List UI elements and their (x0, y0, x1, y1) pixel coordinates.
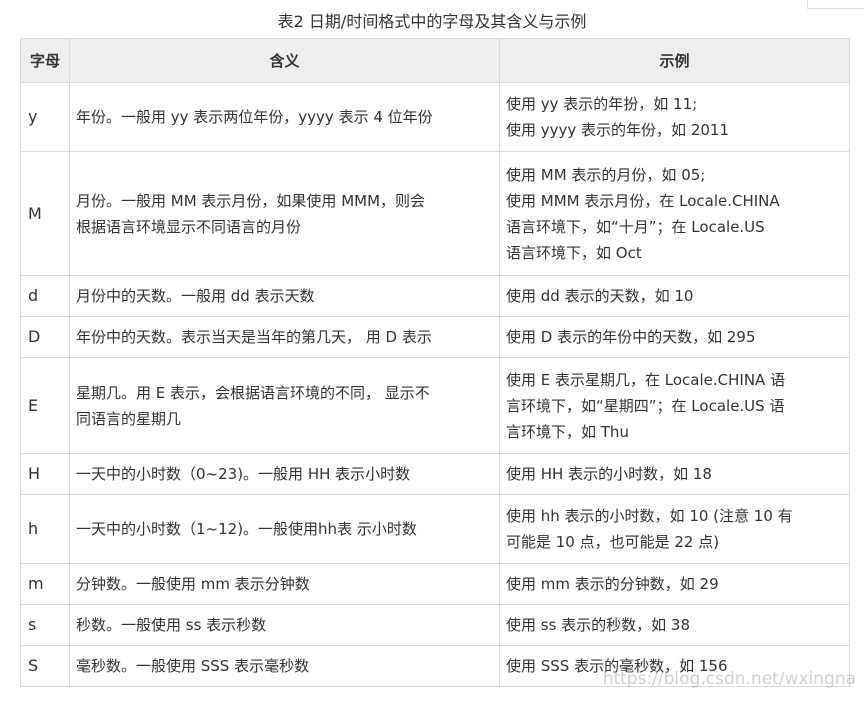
example-line: 可能是 10 点，也可能是 22 点) (506, 533, 720, 551)
example-line: 使用 D 表示的年份中的天数，如 295 (506, 328, 756, 346)
cell-example: 使用 E 表示星期几，在 Locale.CHINA 语言环境下，如“星期四”；在… (499, 357, 850, 454)
cell-example: 使用 hh 表示的小时数，如 10 (注意 10 有可能是 10 点，也可能是 … (499, 494, 850, 564)
table-row: d 月份中的天数。一般用 dd 表示天数 使用 dd 表示的天数，如 10 (20, 275, 850, 317)
cell-letter: H (20, 453, 70, 495)
cell-letter: y (20, 82, 70, 152)
cell-meaning: 月份。一般用 MM 表示月份，如果使用 MMM，则会 根据语言环境显示不同语言的月… (69, 151, 500, 276)
example-line: 使用 yyyy 表示的年份，如 2011 (506, 121, 729, 139)
cell-letter: E (20, 357, 70, 454)
header-row: 字母 含义 示例 (20, 38, 850, 83)
cell-example: 使用 yy 表示的年扮，如 11; 使用 yyyy 表示的年份，如 2011 (499, 82, 850, 152)
table-row: D 年份中的天数。表示当天是当年的第几天， 用 D 表示 使用 D 表示的年份中的天… (20, 316, 850, 358)
example-line: 使用 dd 表示的天数，如 10 (506, 287, 694, 305)
cell-letter: S (20, 645, 70, 687)
header-letter: 字母 (20, 38, 70, 83)
table-body: y 年份。一般用 yy 表示两位年份，yyyy 表示 4 位年份 使用 yy 表示的… (20, 82, 850, 687)
meaning-line: 星期几。用 E 表示，会根据语言环境的不同， 显示不 (76, 383, 430, 402)
cell-letter: s (20, 604, 70, 646)
table-row: E 星期几。用 E 表示，会根据语言环境的不同， 显示不 同语言的星期几 使用 E 表… (20, 357, 850, 454)
meaning-line: 秒数。一般使用 ss 表示秒数 (76, 616, 267, 634)
table-row: h 一天中的小时数（1~12)。一般使用hh表 示小时数 使用 hh 表示的小时数，… (20, 494, 850, 564)
example-line: 言环境下，如 Thu (506, 422, 629, 441)
cell-example: 使用 D 表示的年份中的天数，如 295 (499, 316, 850, 358)
header-meaning: 含义 (69, 38, 500, 83)
meaning-line: 年份。一般用 yy 表示两位年份，yyyy 表示 4 位年份 (76, 108, 433, 126)
meaning-line: 一天中的小时数（1~12)。一般使用hh表 示小时数 (76, 520, 417, 538)
cell-meaning: 秒数。一般使用 ss 表示秒数 (69, 604, 500, 646)
cell-letter: d (20, 275, 70, 317)
meaning-line: 分钟数。一般使用 mm 表示分钟数 (76, 575, 310, 593)
meaning-line: 年份中的天数。表示当天是当年的第几天， 用 D 表示 (76, 328, 432, 346)
meaning-line: 毫秒数。一般使用 SSS 表示毫秒数 (76, 657, 310, 675)
cell-example: 使用 ss 表示的秒数，如 38 (499, 604, 850, 646)
cell-letter: M (20, 151, 70, 276)
example-line: 使用 mm 表示的分钟数，如 29 (506, 575, 719, 593)
cell-meaning: 一天中的小时数（1~12)。一般使用hh表 示小时数 (69, 494, 500, 564)
cell-example: 使用 mm 表示的分钟数，如 29 (499, 563, 850, 605)
table-row: s 秒数。一般使用 ss 表示秒数 使用 ss 表示的秒数，如 38 (20, 604, 850, 646)
table-caption: 表2 日期/时间格式中的字母及其含义与示例 (277, 12, 587, 31)
meaning-line: 月份中的天数。一般用 dd 表示天数 (76, 287, 315, 305)
example-line: 使用 MMM 表示月份，在 Locale.CHINA (506, 191, 780, 210)
meaning-line: 同语言的星期几 (76, 409, 182, 428)
table-row: m 分钟数。一般使用 mm 表示分钟数 使用 mm 表示的分钟数，如 29 (20, 563, 850, 605)
cell-meaning: 分钟数。一般使用 mm 表示分钟数 (69, 563, 500, 605)
example-line: 语言环境下，如“十月”；在 Locale.US (506, 217, 765, 236)
meaning-line: 一天中的小时数（0~23)。一般用 HH 表示小时数 (76, 465, 411, 483)
watermark-text: https://blog.csdn.net/wxingna (602, 669, 856, 689)
cell-meaning: 毫秒数。一般使用 SSS 表示毫秒数 (69, 645, 500, 687)
cell-meaning: 星期几。用 E 表示，会根据语言环境的不同， 显示不 同语言的星期几 (69, 357, 500, 454)
cell-meaning: 月份中的天数。一般用 dd 表示天数 (69, 275, 500, 317)
cell-example: 使用 dd 表示的天数，如 10 (499, 275, 850, 317)
table-row: M 月份。一般用 MM 表示月份，如果使用 MMM，则会 根据语言环境显示不同语言的… (20, 151, 850, 276)
example-line: 使用 hh 表示的小时数，如 10 (注意 10 有 (506, 507, 793, 525)
example-line: 语言环境下，如 Oct (506, 243, 642, 262)
cell-letter: D (20, 316, 70, 358)
meaning-line: 月份。一般用 MM 表示月份，如果使用 MMM，则会 (76, 191, 426, 210)
meaning-line: 根据语言环境显示不同语言的月份 (76, 217, 302, 236)
cell-meaning: 一天中的小时数（0~23)。一般用 HH 表示小时数 (69, 453, 500, 495)
example-line: 使用 MM 表示的月份，如 05; (506, 165, 706, 184)
example-line: 使用 yy 表示的年扮，如 11; (506, 95, 698, 113)
example-line: 言环境下，如“星期四”；在 Locale.US 语 (506, 396, 785, 415)
cell-meaning: 年份中的天数。表示当天是当年的第几天， 用 D 表示 (69, 316, 500, 358)
example-line: 使用 HH 表示的小时数，如 18 (506, 465, 712, 483)
cell-meaning: 年份。一般用 yy 表示两位年份，yyyy 表示 4 位年份 (69, 82, 500, 152)
table-row: H 一天中的小时数（0~23)。一般用 HH 表示小时数 使用 HH 表示的小时数，… (20, 453, 850, 495)
cell-example: 使用 MM 表示的月份，如 05; 使用 MMM 表示月份，在 Locale.CH… (499, 151, 850, 276)
cell-example: 使用 HH 表示的小时数，如 18 (499, 453, 850, 495)
example-line: 使用 E 表示星期几，在 Locale.CHINA 语 (506, 370, 786, 389)
header-example: 示例 (499, 38, 850, 83)
cell-letter: m (20, 563, 70, 605)
example-line: 使用 ss 表示的秒数，如 38 (506, 616, 691, 634)
table-row: y 年份。一般用 yy 表示两位年份，yyyy 表示 4 位年份 使用 yy 表示的… (20, 82, 850, 152)
format-table: 字母 含义 示例 y 年份。一般用 yy 表示两位年份，yyyy 表示 4 位年份… (20, 38, 850, 687)
cell-letter: h (20, 494, 70, 564)
